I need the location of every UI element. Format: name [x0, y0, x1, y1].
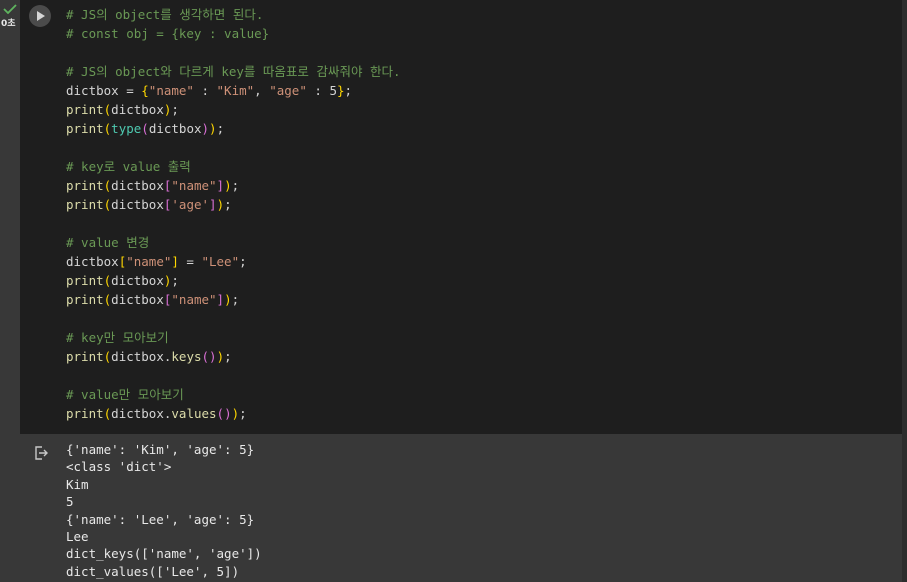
output-line: {'name': 'Lee', 'age': 5} [66, 511, 255, 527]
code-comment: # JS의 object를 생각하면 된다. [66, 7, 264, 22]
code-text: dictbox [111, 102, 164, 117]
run-cell-button[interactable] [29, 5, 51, 27]
code-line-print-values: print(dictbox.values()); [66, 406, 247, 421]
output-line: Lee [66, 529, 89, 545]
output-line: Kim [66, 476, 89, 492]
output-line: dict_values(['Lee', 5]) [66, 563, 240, 579]
code-function: print [66, 102, 104, 117]
code-function: print [66, 178, 104, 193]
code-function: print [66, 273, 104, 288]
code-text: , [254, 83, 270, 98]
code-text: : [193, 83, 217, 98]
code-string: "Kim" [216, 83, 255, 98]
code-string: "age" [269, 83, 307, 98]
output-line: dict_keys(['name', 'age']) [66, 546, 262, 562]
code-text: dictbox = [66, 83, 142, 98]
code-line-print-keys: print(dictbox.keys()); [66, 349, 232, 364]
check-icon [3, 4, 17, 14]
cell-gutter: 0초 [0, 0, 20, 434]
cell-output: {'name': 'Kim', 'age': 5} <class 'dict'> K… [66, 441, 262, 580]
code-line-print-name: print(dictbox["name"]); [66, 292, 240, 307]
code-comment: # const obj = {key : value} [66, 26, 270, 41]
code-function: print [66, 349, 104, 364]
code-text: dictbox [66, 254, 119, 269]
code-comment: # key로 value 출력 [66, 159, 191, 174]
output-line: 5 [66, 494, 74, 510]
code-function: print [66, 292, 104, 307]
code-function: print [66, 121, 104, 136]
code-text: dictbox [111, 178, 164, 193]
code-text: dictbox [148, 121, 202, 136]
code-text: dictbox [111, 292, 164, 307]
code-line-dict-assign: dictbox = {"name" : "Kim", "age" : 5}; [66, 83, 353, 98]
code-line-print-type: print(type(dictbox)); [66, 121, 225, 136]
code-method: values [171, 406, 217, 421]
output-line: {'name': 'Kim', 'age': 5} [66, 442, 255, 457]
code-text: ; [344, 83, 353, 98]
code-comment: # value 변경 [66, 235, 150, 250]
code-string: 'age' [171, 197, 210, 212]
code-string: "Lee" [201, 254, 240, 269]
output-line: <class 'dict'> [66, 459, 172, 475]
code-text: dictbox [111, 197, 164, 212]
code-editor[interactable]: # JS의 object를 생각하면 된다. # const obj = {key… [66, 5, 401, 423]
scrollbar[interactable] [902, 0, 907, 582]
code-function: print [66, 406, 104, 421]
code-text: dictbox [111, 406, 164, 421]
output-redirect-icon[interactable] [33, 445, 49, 461]
code-text: dictbox [111, 273, 164, 288]
code-string: "name" [171, 178, 217, 193]
code-line-print-age: print(dictbox['age']); [66, 197, 232, 212]
code-string: "name" [148, 83, 194, 98]
execution-time: 0초 [1, 19, 16, 29]
code-method: keys [171, 349, 202, 364]
code-line-print-name: print(dictbox["name"]); [66, 178, 240, 193]
code-line-print-dict: print(dictbox); [66, 102, 179, 117]
code-comment: # key만 모아보기 [66, 330, 169, 345]
code-comment: # value만 모아보기 [66, 387, 184, 402]
code-line-print-dict: print(dictbox); [66, 273, 179, 288]
code-text: dictbox [111, 349, 164, 364]
code-string: "name" [171, 292, 217, 307]
code-comment: # JS의 object와 다르게 key를 따옴표로 감싸줘야 한다. [66, 64, 401, 79]
code-builtin: type [111, 121, 142, 136]
code-line-assign-name: dictbox["name"] = "Lee"; [66, 254, 247, 269]
code-function: print [66, 197, 104, 212]
code-string: "name" [126, 254, 172, 269]
code-text: : 5 [306, 83, 337, 98]
